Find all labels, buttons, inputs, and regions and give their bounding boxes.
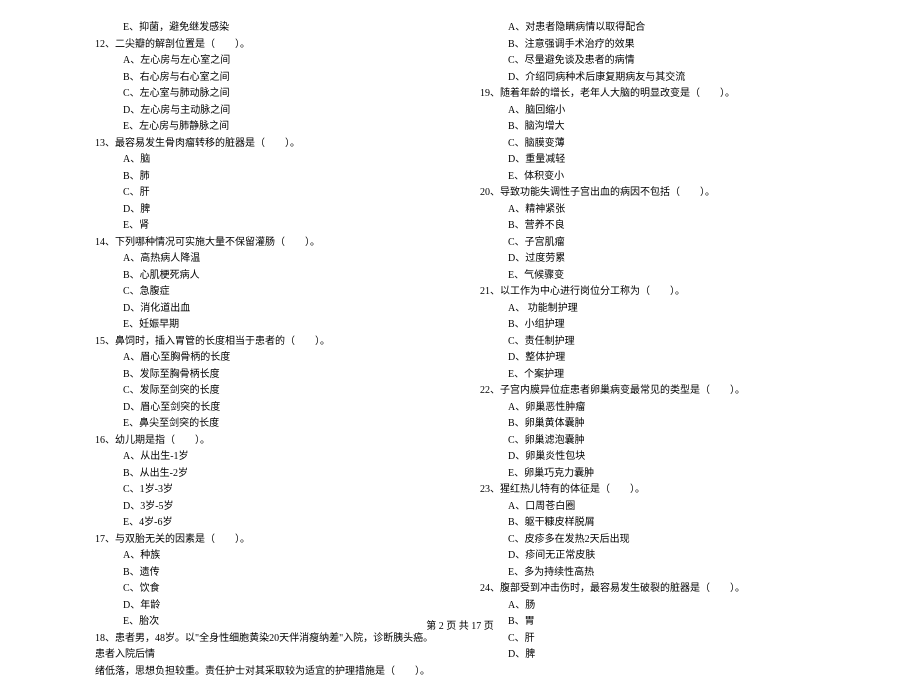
q12-option-e: E、左心房与肺静脉之间 — [95, 119, 440, 136]
q17-stem: 17、与双胎无关的因素是（ ）。 — [95, 532, 440, 549]
q21-option-e: E、个案护理 — [480, 367, 825, 384]
q20-option-e: E、气候骤变 — [480, 268, 825, 285]
q14-stem: 14、下列哪种情况可实施大量不保留灌肠（ ）。 — [95, 235, 440, 252]
left-column: E、抑菌，避免继发感染 12、二尖瓣的解剖位置是（ ）。 A、左心房与左心室之间… — [95, 20, 440, 680]
q15-option-c: C、发际至剑突的长度 — [95, 383, 440, 400]
page-footer: 第 2 页 共 17 页 — [0, 617, 920, 632]
q18-option-d: D、介绍同病种术后康复期病友与其交流 — [480, 70, 825, 87]
q13-option-b: B、肺 — [95, 169, 440, 186]
q20-option-b: B、营养不良 — [480, 218, 825, 235]
q12-option-c: C、左心室与肺动脉之间 — [95, 86, 440, 103]
q22-stem: 22、子宫内膜异位症患者卵巢病变最常见的类型是（ ）。 — [480, 383, 825, 400]
page-content: E、抑菌，避免继发感染 12、二尖瓣的解剖位置是（ ）。 A、左心房与左心室之间… — [0, 20, 920, 680]
q24-option-c: C、肝 — [480, 631, 825, 648]
q19-option-d: D、重量减轻 — [480, 152, 825, 169]
q21-option-a: A、 功能制护理 — [480, 301, 825, 318]
q16-stem: 16、幼儿期是指（ ）。 — [95, 433, 440, 450]
q21-option-d: D、整体护理 — [480, 350, 825, 367]
q14-option-b: B、心肌梗死病人 — [95, 268, 440, 285]
q17-option-a: A、种族 — [95, 548, 440, 565]
q19-option-c: C、脑膜变薄 — [480, 136, 825, 153]
q19-option-e: E、体积变小 — [480, 169, 825, 186]
q23-option-a: A、口周苍白圈 — [480, 499, 825, 516]
q15-option-b: B、发际至胸骨柄长度 — [95, 367, 440, 384]
q17-option-d: D、年龄 — [95, 598, 440, 615]
q13-option-e: E、肾 — [95, 218, 440, 235]
q15-stem: 15、鼻饲时，插入胃管的长度相当于患者的（ ）。 — [95, 334, 440, 351]
q20-option-a: A、精神紧张 — [480, 202, 825, 219]
q13-option-c: C、肝 — [95, 185, 440, 202]
q20-option-c: C、子宫肌瘤 — [480, 235, 825, 252]
q16-option-a: A、从出生-1岁 — [95, 449, 440, 466]
q13-option-a: A、脑 — [95, 152, 440, 169]
q23-option-b: B、躯干糠皮样脱屑 — [480, 515, 825, 532]
q22-option-e: E、卵巢巧克力囊肿 — [480, 466, 825, 483]
q19-stem: 19、随着年龄的增长，老年人大脑的明显改变是（ ）。 — [480, 86, 825, 103]
q18-option-a: A、对患者隐瞒病情以取得配合 — [480, 20, 825, 37]
q21-option-c: C、责任制护理 — [480, 334, 825, 351]
q23-stem: 23、猩红热儿特有的体征是（ ）。 — [480, 482, 825, 499]
q20-option-d: D、过度劳累 — [480, 251, 825, 268]
q20-stem: 20、导致功能失调性子宫出血的病因不包括（ ）。 — [480, 185, 825, 202]
q18-option-c: C、尽量避免谈及患者的病情 — [480, 53, 825, 70]
q22-option-b: B、卵巢黄体囊肿 — [480, 416, 825, 433]
q14-option-e: E、妊娠早期 — [95, 317, 440, 334]
q11-option-e: E、抑菌，避免继发感染 — [95, 20, 440, 37]
q18-stem-line2: 绪低落，思想负担较重。责任护士对其采取较为适宜的护理措施是（ ）。 — [95, 664, 440, 680]
q16-option-b: B、从出生-2岁 — [95, 466, 440, 483]
right-column: A、对患者隐瞒病情以取得配合 B、注意强调手术治疗的效果 C、尽量避免谈及患者的… — [480, 20, 825, 680]
q12-option-a: A、左心房与左心室之间 — [95, 53, 440, 70]
q12-stem: 12、二尖瓣的解剖位置是（ ）。 — [95, 37, 440, 54]
q22-option-d: D、卵巢炎性包块 — [480, 449, 825, 466]
q14-option-a: A、高热病人降温 — [95, 251, 440, 268]
q13-stem: 13、最容易发生骨肉瘤转移的脏器是（ ）。 — [95, 136, 440, 153]
q17-option-c: C、饮食 — [95, 581, 440, 598]
q23-option-e: E、多为持续性高热 — [480, 565, 825, 582]
q22-option-c: C、卵巢滤泡囊肿 — [480, 433, 825, 450]
q16-option-e: E、4岁-6岁 — [95, 515, 440, 532]
q19-option-b: B、脑沟增大 — [480, 119, 825, 136]
q14-option-c: C、急腹症 — [95, 284, 440, 301]
q19-option-a: A、脑回缩小 — [480, 103, 825, 120]
q16-option-c: C、1岁-3岁 — [95, 482, 440, 499]
q13-option-d: D、脾 — [95, 202, 440, 219]
q15-option-a: A、眉心至胸骨柄的长度 — [95, 350, 440, 367]
q24-stem: 24、腹部受到冲击伤时，最容易发生破裂的脏器是（ ）。 — [480, 581, 825, 598]
q15-option-e: E、鼻尖至剑突的长度 — [95, 416, 440, 433]
q14-option-d: D、消化道出血 — [95, 301, 440, 318]
q15-option-d: D、眉心至剑突的长度 — [95, 400, 440, 417]
q24-option-d: D、脾 — [480, 647, 825, 664]
q18-stem-line1: 18、患者男，48岁。以"全身性细胞黄染20天伴消瘦纳差"入院，诊断胰头癌。患者… — [95, 631, 440, 664]
q24-option-a: A、肠 — [480, 598, 825, 615]
q21-stem: 21、以工作为中心进行岗位分工称为（ ）。 — [480, 284, 825, 301]
q16-option-d: D、3岁-5岁 — [95, 499, 440, 516]
q22-option-a: A、卵巢恶性肿瘤 — [480, 400, 825, 417]
q23-option-d: D、疹间无正常皮肤 — [480, 548, 825, 565]
q23-option-c: C、皮疹多在发热2天后出现 — [480, 532, 825, 549]
q12-option-b: B、右心房与右心室之间 — [95, 70, 440, 87]
q21-option-b: B、小组护理 — [480, 317, 825, 334]
q17-option-b: B、遗传 — [95, 565, 440, 582]
q12-option-d: D、左心房与主动脉之间 — [95, 103, 440, 120]
q18-option-b: B、注意强调手术治疗的效果 — [480, 37, 825, 54]
